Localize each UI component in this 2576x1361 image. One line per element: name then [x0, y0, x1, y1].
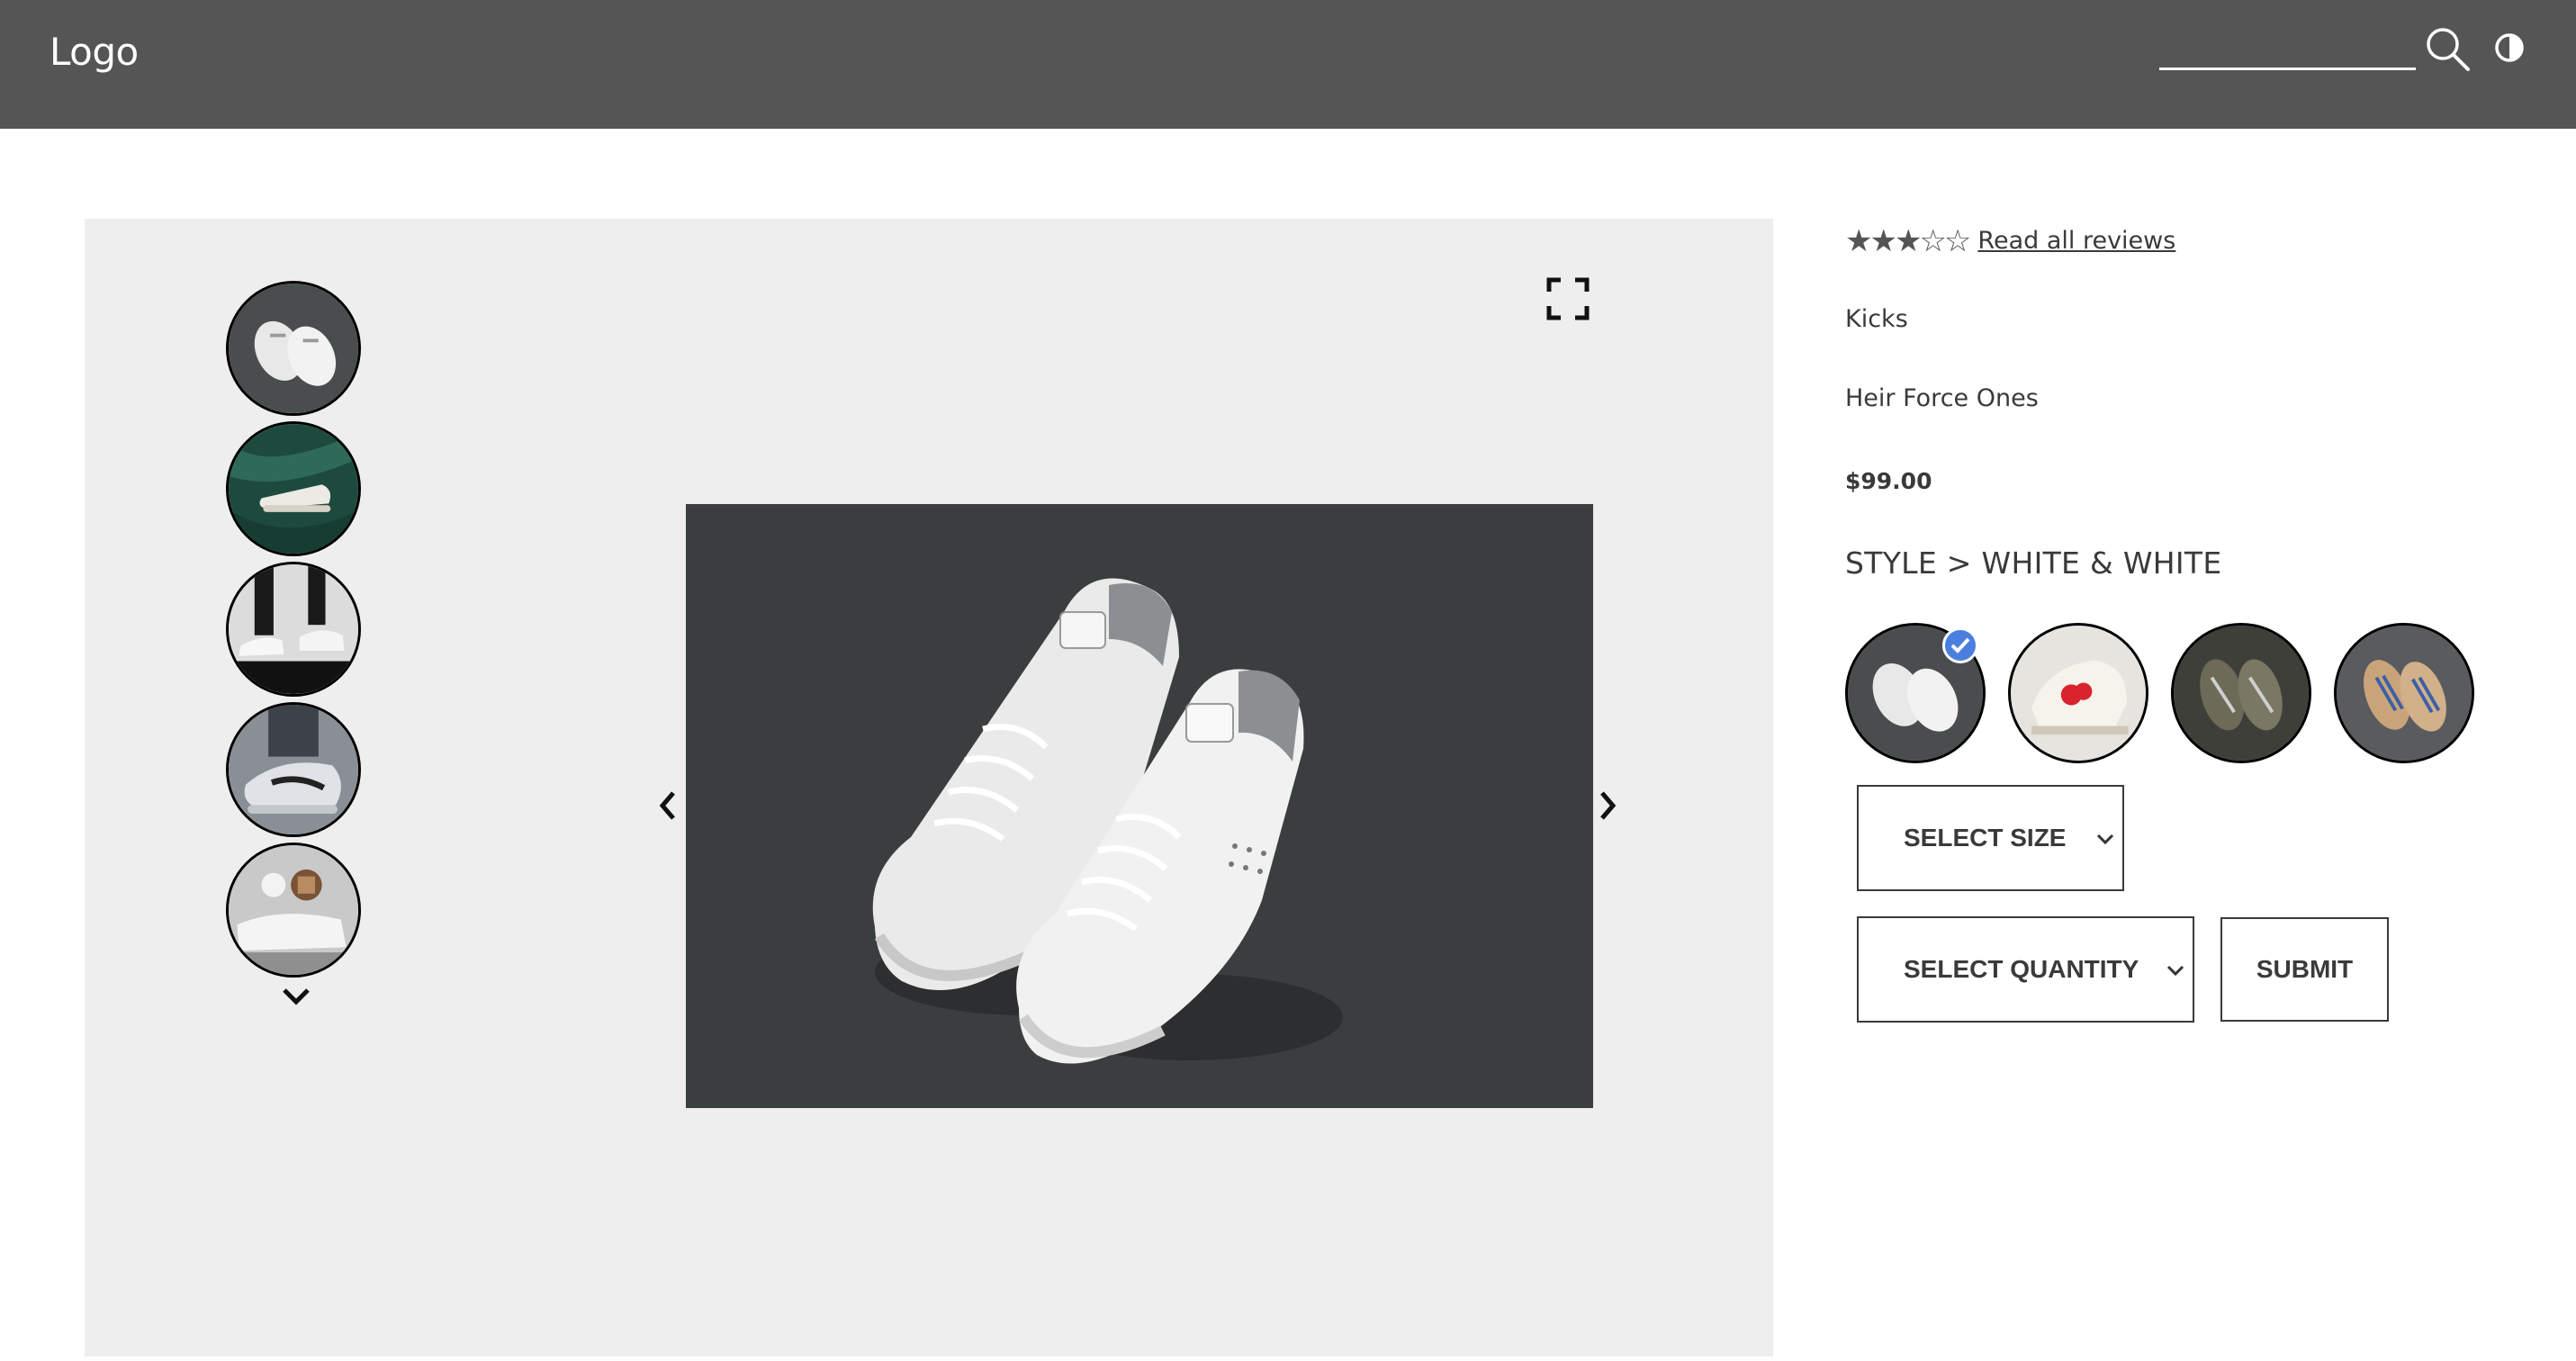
style-swatch-tan-blue[interactable]	[2334, 623, 2474, 763]
chevron-down-icon[interactable]	[281, 986, 311, 1007]
size-select[interactable]: SELECT SIZE	[1857, 785, 2124, 891]
search-icon[interactable]	[2424, 25, 2471, 72]
quantity-select-label: SELECT QUANTITY	[1904, 955, 2139, 983]
size-select-label: SELECT SIZE	[1904, 824, 2067, 852]
main-product-image	[686, 504, 1593, 1108]
search-input[interactable]	[2159, 27, 2416, 70]
style-swatch-cream[interactable]	[2008, 623, 2148, 763]
logo[interactable]: Logo	[50, 25, 139, 79]
thumbnail-4[interactable]	[226, 702, 361, 837]
submit-button[interactable]: SUBMIT	[2220, 917, 2389, 1022]
read-reviews-link[interactable]: Read all reviews	[1977, 221, 2175, 261]
product-rating: ★★★☆☆ Read all reviews	[1845, 221, 2175, 261]
product-name: Heir Force Ones	[1845, 384, 2039, 412]
chevron-down-icon	[2166, 965, 2184, 977]
top-header: Logo	[0, 0, 2576, 129]
style-label: STYLE > WHITE & WHITE	[1845, 545, 2222, 581]
product-gallery	[85, 219, 1773, 1356]
chevron-down-icon	[2096, 834, 2114, 845]
selected-check-icon	[1942, 627, 1978, 663]
fullscreen-icon[interactable]	[1546, 277, 1590, 320]
chevron-left-icon[interactable]	[657, 788, 679, 824]
chevron-right-icon[interactable]	[1597, 788, 1618, 824]
quantity-select[interactable]: SELECT QUANTITY	[1857, 916, 2194, 1023]
product-price: $99.00	[1845, 468, 1932, 494]
thumbnail-3[interactable]	[226, 562, 361, 697]
star-rating-icon: ★★★☆☆	[1845, 223, 1971, 259]
thumbnail-5[interactable]	[226, 843, 361, 978]
thumbnail-2[interactable]	[226, 421, 361, 556]
style-swatch-olive[interactable]	[2171, 623, 2311, 763]
product-brand: Kicks	[1845, 305, 1908, 333]
thumbnail-1[interactable]	[226, 281, 361, 416]
contrast-icon[interactable]	[2493, 30, 2526, 66]
